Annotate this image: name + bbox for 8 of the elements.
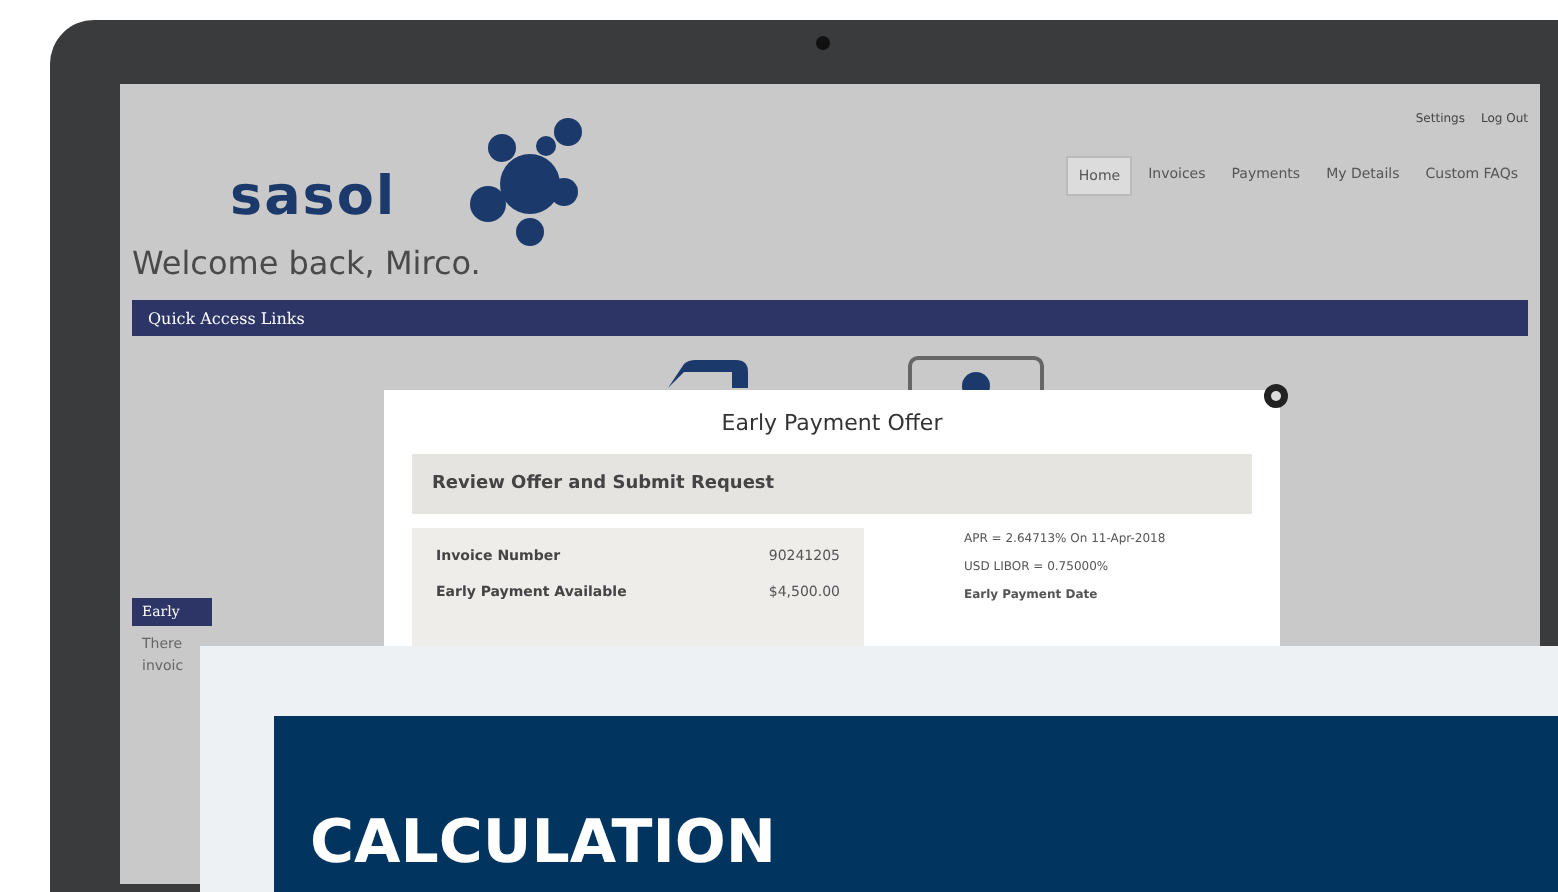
modal-title: Early Payment Offer bbox=[719, 410, 945, 436]
banner-heading: CALCULATION bbox=[310, 806, 776, 882]
close-icon[interactable] bbox=[1264, 378, 1288, 402]
camera-dot bbox=[816, 36, 830, 50]
section-title: Review Offer and Submit Request bbox=[432, 474, 775, 494]
logo-wordmark: sasol bbox=[230, 165, 397, 227]
section-title: Quick Access Links bbox=[148, 309, 305, 327]
welcome-heading: Welcome back, Mirco. bbox=[132, 244, 483, 286]
